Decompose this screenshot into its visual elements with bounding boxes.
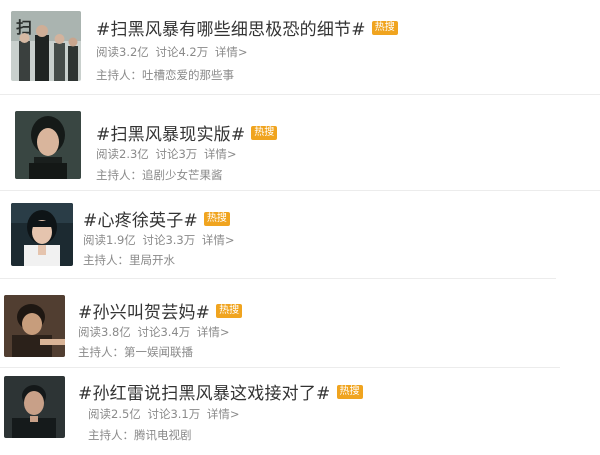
host-name[interactable]: 追剧少女芒果酱 xyxy=(142,168,223,182)
discussion-count: 讨论3.4万 xyxy=(137,325,191,339)
discussion-count: 讨论3.3万 xyxy=(142,233,196,247)
topic-thumbnail[interactable] xyxy=(4,295,65,357)
divider xyxy=(0,94,600,95)
topic-item[interactable]: #孙兴叫贺芸妈# 热搜 阅读3.8亿 讨论3.4万 详情> 主持人：第一娱闻联播 xyxy=(0,279,600,368)
topic-thumbnail[interactable] xyxy=(15,111,81,179)
topic-thumbnail[interactable] xyxy=(11,203,73,266)
read-count: 阅读2.5亿 xyxy=(88,407,141,421)
poster-image xyxy=(15,111,81,179)
hot-badge: 热搜 xyxy=(371,20,398,35)
host-name[interactable]: 腾讯电视剧 xyxy=(134,428,192,442)
poster-image: 扫 xyxy=(11,11,81,81)
detail-link[interactable]: 详情> xyxy=(197,325,230,339)
hot-badge: 热搜 xyxy=(336,384,363,399)
topic-item[interactable]: 扫 #扫黑风暴有哪些细思极恐的细节# 热搜 阅读3.2亿 讨论4.2万 详情> … xyxy=(0,0,600,96)
detail-link[interactable]: 详情> xyxy=(207,407,240,421)
host-label: 主持人： xyxy=(83,253,129,267)
hot-badge: 热搜 xyxy=(216,303,243,318)
topic-thumbnail[interactable]: 扫 xyxy=(11,11,81,81)
topic-item[interactable]: #心疼徐英子# 热搜 阅读1.9亿 讨论3.3万 详情> 主持人：里局开水 xyxy=(0,191,600,279)
topic-title-link[interactable]: #孙兴叫贺芸妈# xyxy=(78,298,210,323)
discussion-count: 讨论3.1万 xyxy=(147,407,201,421)
host-label: 主持人： xyxy=(88,428,134,442)
hot-badge: 热搜 xyxy=(251,125,278,140)
topic-title-link[interactable]: #心疼徐英子# xyxy=(83,206,198,231)
host-label: 主持人： xyxy=(96,168,142,182)
read-count: 阅读1.9亿 xyxy=(83,233,136,247)
poster-image xyxy=(4,295,65,357)
poster-image xyxy=(4,376,65,438)
hot-badge: 热搜 xyxy=(203,211,230,226)
host-name[interactable]: 里局开水 xyxy=(129,253,175,267)
read-count: 阅读2.3亿 xyxy=(96,147,149,161)
topic-item[interactable]: #扫黑风暴现实版# 热搜 阅读2.3亿 讨论3万 详情> 主持人：追剧少女芒果酱 xyxy=(0,96,600,191)
poster-image xyxy=(11,203,73,266)
topic-title-link[interactable]: #扫黑风暴有哪些细思极恐的细节# xyxy=(96,15,366,40)
detail-link[interactable]: 详情> xyxy=(202,233,235,247)
read-count: 阅读3.2亿 xyxy=(96,45,149,59)
host-name[interactable]: 吐槽恋爱的那些事 xyxy=(142,68,234,82)
topic-item[interactable]: #孙红雷说扫黑风暴这戏接对了# 热搜 阅读2.5亿 讨论3.1万 详情> 主持人… xyxy=(0,368,600,455)
topic-title-link[interactable]: #扫黑风暴现实版# xyxy=(96,120,245,145)
detail-link[interactable]: 详情> xyxy=(204,147,237,161)
host-name[interactable]: 第一娱闻联播 xyxy=(124,345,193,359)
detail-link[interactable]: 详情> xyxy=(215,45,248,59)
discussion-count: 讨论3万 xyxy=(155,147,198,161)
topic-title-link[interactable]: #孙红雷说扫黑风暴这戏接对了# xyxy=(78,379,331,404)
discussion-count: 讨论4.2万 xyxy=(155,45,209,59)
host-label: 主持人： xyxy=(96,68,142,82)
topic-thumbnail[interactable] xyxy=(4,376,65,438)
read-count: 阅读3.8亿 xyxy=(78,325,131,339)
host-label: 主持人： xyxy=(78,345,124,359)
